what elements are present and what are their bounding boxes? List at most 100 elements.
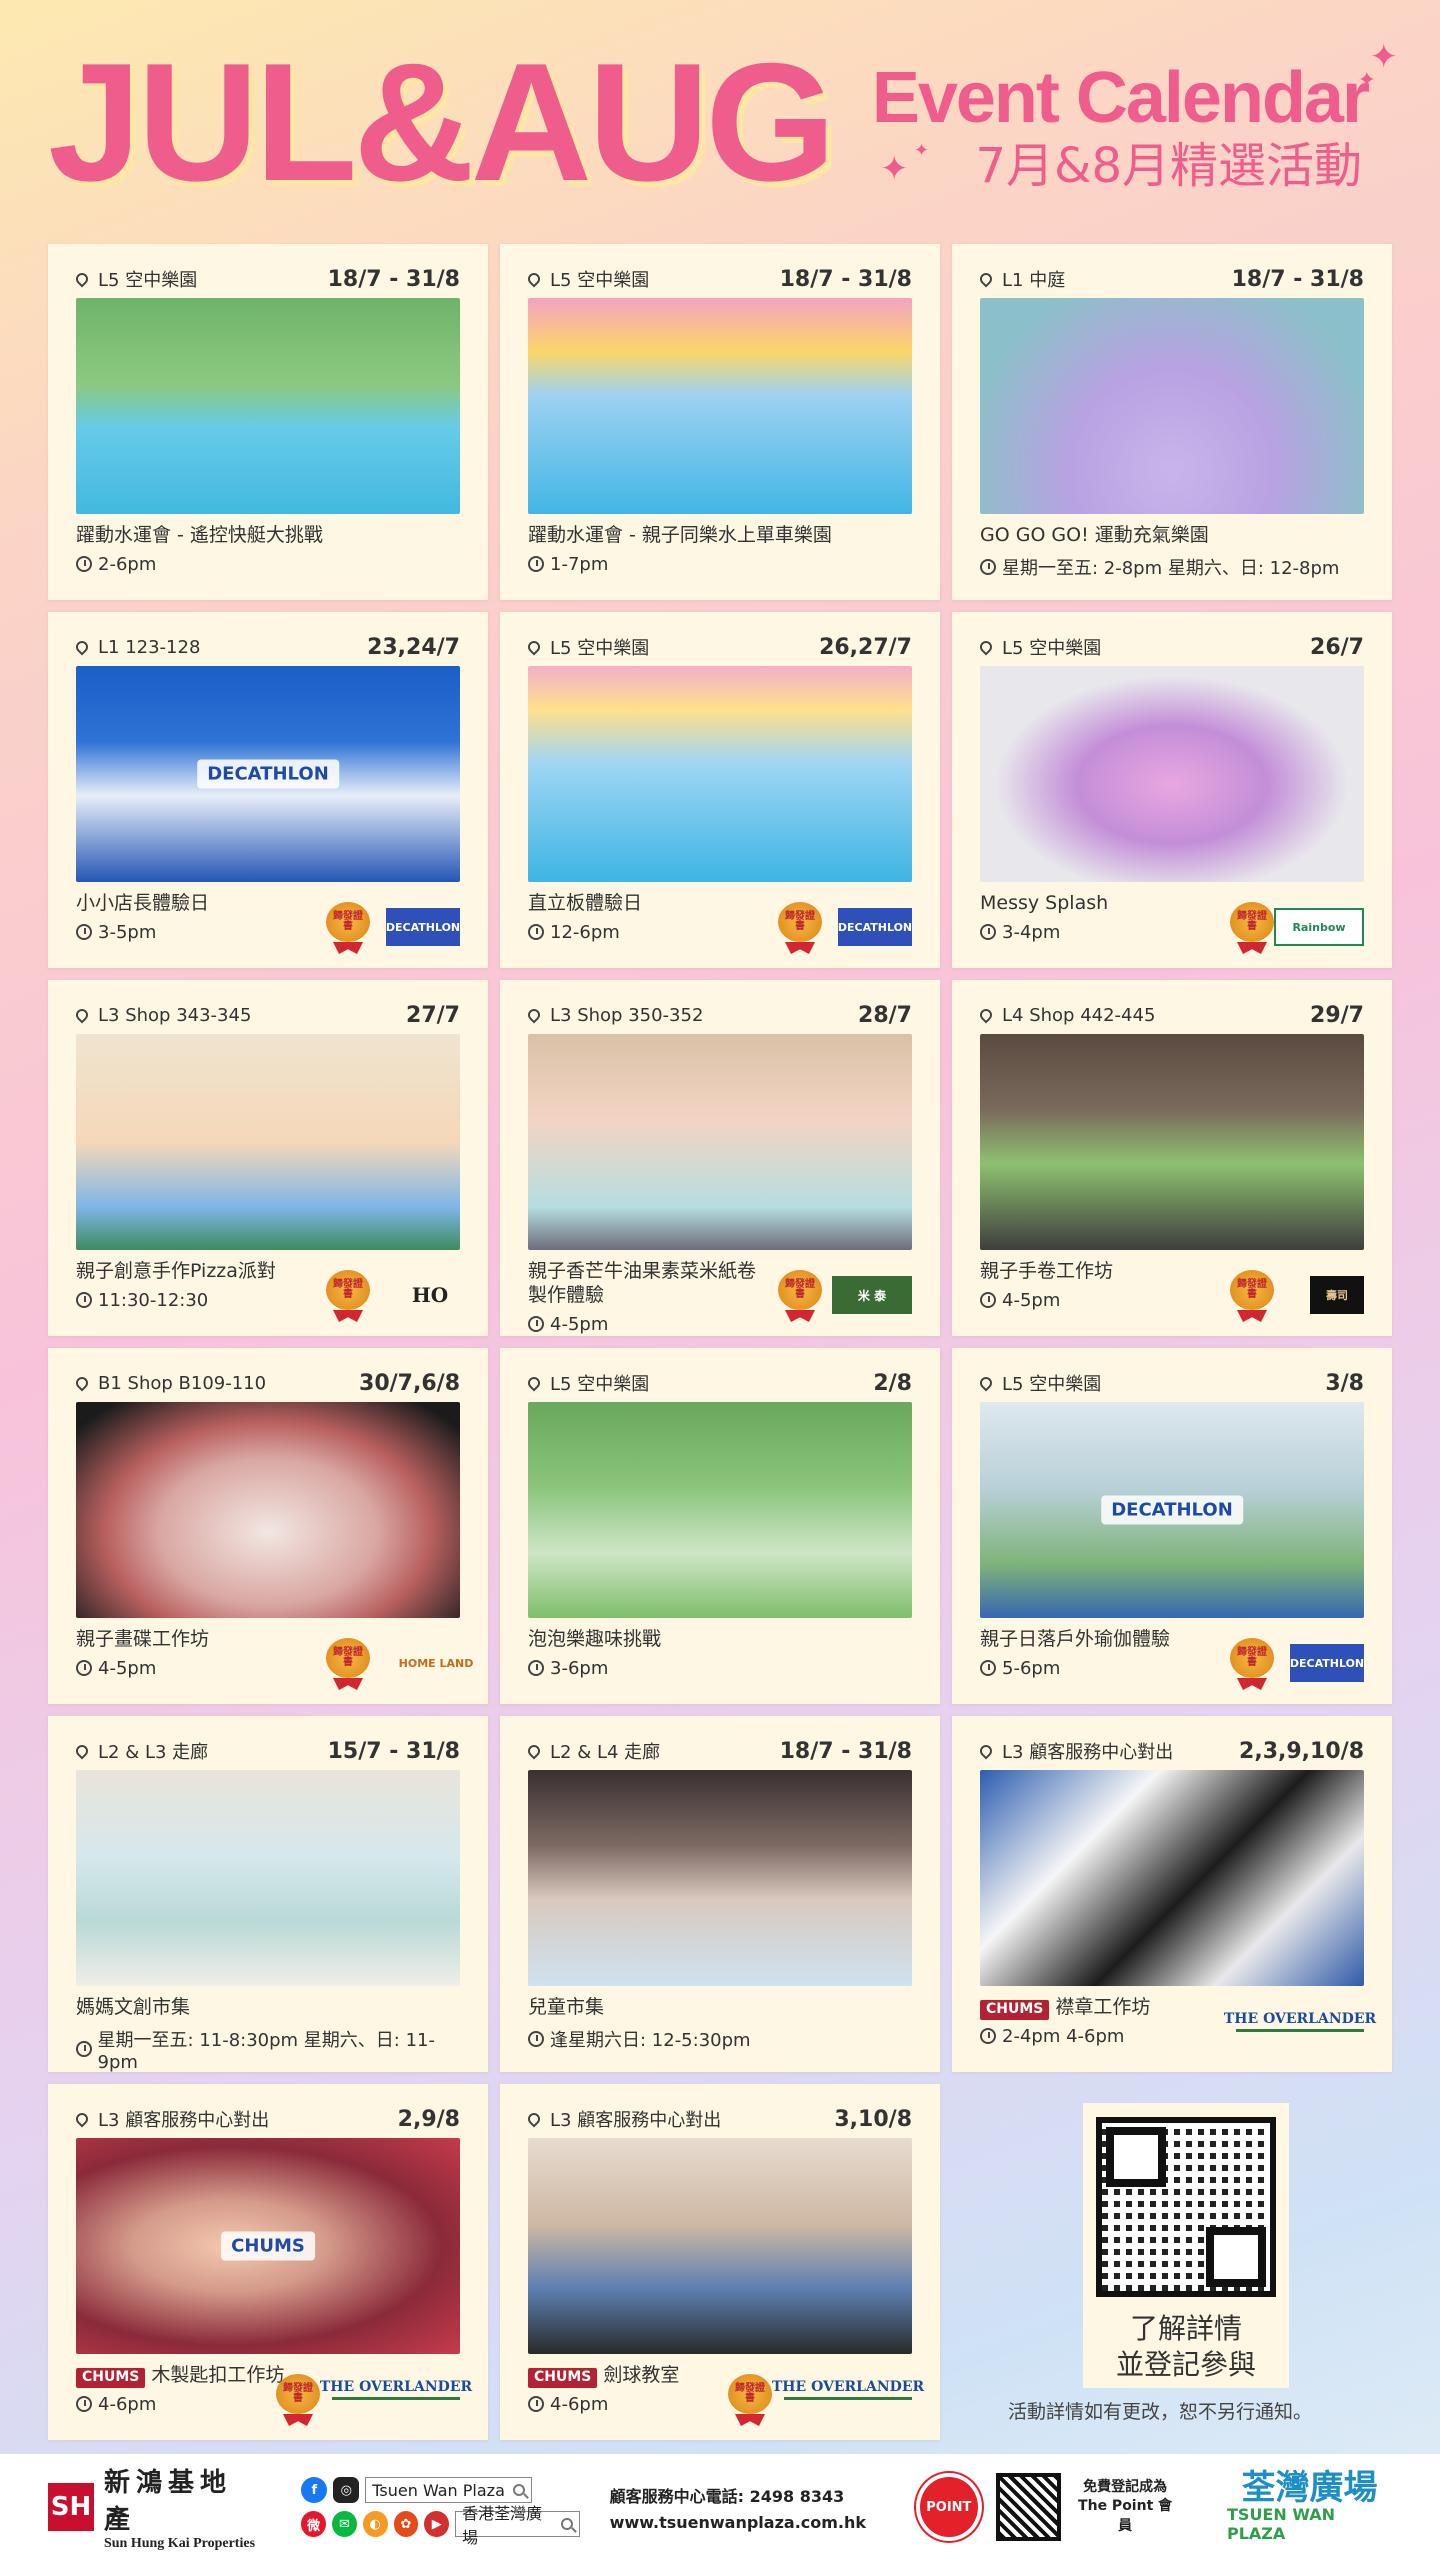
event-date: 3/8 xyxy=(1325,1370,1364,1396)
location-pin-icon xyxy=(525,638,543,656)
notice-text: 活動詳情如有更改，恕不另行通知。 xyxy=(1008,2401,1313,2423)
event-title: 泡泡樂趣味挑戰 xyxy=(528,1628,662,1650)
event-card[interactable]: L3 Shop 350-352 28/7 親子香芒牛油果素菜米紙卷製作體驗 4-5pm… xyxy=(500,980,940,1336)
event-card[interactable]: B1 Shop B109-110 30/7,6/8 親子畫碟工作坊 4-5pm 歸發證書… xyxy=(48,1348,488,1704)
search-icon xyxy=(561,2518,573,2530)
shkp-name-zh: 新鴻基地產 xyxy=(103,2468,232,2535)
location-pin-icon xyxy=(73,1006,91,1024)
the-point-logo[interactable]: POINT xyxy=(916,2473,982,2541)
brand-logo: THE OVERLANDER xyxy=(772,2376,924,2400)
website-link[interactable]: www.tsuenwanplaza.com.hk xyxy=(610,2513,866,2532)
qr-panel[interactable]: 了解詳情 並登記參與 xyxy=(1083,2103,1289,2388)
social-icon[interactable]: ◐ xyxy=(362,2511,388,2537)
event-card[interactable]: L5 空中樂園 2/8 泡泡樂趣味挑戰 3-6pm xyxy=(500,1348,940,1704)
instagram-icon[interactable]: ◎ xyxy=(333,2477,360,2503)
qr-text: 了解詳情 並登記參與 xyxy=(1116,2311,1256,2384)
event-photo: DECATHLON xyxy=(76,666,460,882)
certificate-badge-icon: 歸發證書 xyxy=(326,1270,370,1322)
shkp-logo-icon: SH xyxy=(48,2483,94,2531)
event-card[interactable]: L5 空中樂園 18/7 - 31/8 躍動水運會 - 親子同樂水上單車樂園 1-7p… xyxy=(500,244,940,600)
clock-icon xyxy=(528,2030,544,2047)
qr-code[interactable] xyxy=(1096,2117,1276,2297)
social-search-zh[interactable]: 香港荃灣廣場 xyxy=(455,2504,580,2547)
big-title: JUL&AUG xyxy=(48,28,836,216)
photo-sign-text: DECATHLON xyxy=(197,759,339,789)
event-card[interactable]: L1 中庭 18/7 - 31/8 GO GO GO! 運動充氣樂園 星期一至五: 2… xyxy=(952,244,1392,600)
event-location: L3 顧客服務中心對出 xyxy=(73,2106,269,2132)
social-icon[interactable]: ▶ xyxy=(424,2511,450,2537)
event-location: L5 空中樂園 xyxy=(525,1370,649,1396)
location-pin-icon xyxy=(525,1374,543,1392)
event-date: 2,3,9,10/8 xyxy=(1239,1738,1364,1764)
event-title: Messy Splash xyxy=(980,892,1109,914)
event-time: 2-6pm xyxy=(76,554,460,575)
event-title: 親子手卷工作坊 xyxy=(980,1260,1114,1282)
event-photo xyxy=(528,1402,912,1618)
certificate-badge-icon: 歸發證書 xyxy=(728,2374,772,2426)
event-title: 兒童市集 xyxy=(528,1996,605,2018)
event-title: 小小店長體驗日 xyxy=(76,892,210,914)
event-card[interactable]: L4 Shop 442-445 29/7 親子手卷工作坊 4-5pm 歸發證書 壽司 xyxy=(952,980,1392,1336)
event-photo: DECATHLON xyxy=(980,1402,1364,1618)
location-pin-icon xyxy=(977,1374,995,1392)
location-pin-icon xyxy=(525,270,543,288)
location-pin-icon xyxy=(977,270,995,288)
event-card[interactable]: L5 空中樂園 18/7 - 31/8 躍動水運會 - 遙控快艇大挑戰 2-6pm xyxy=(48,244,488,600)
event-card[interactable]: L3 顧客服務中心對出 2,9/8 CHUMS CHUMS 木製匙扣工作坊 4-6pm 歸發… xyxy=(48,2084,488,2440)
event-card[interactable]: L3 Shop 343-345 27/7 親子創意手作Pizza派對 11:30-12… xyxy=(48,980,488,1336)
location-pin-icon xyxy=(73,1374,91,1392)
event-location: L1 中庭 xyxy=(977,266,1065,292)
social-icon[interactable]: ✿ xyxy=(393,2511,419,2537)
event-calendar-title: Event Calendar xyxy=(871,58,1370,138)
certificate-badge-icon: 歸發證書 xyxy=(326,1638,370,1690)
clock-icon xyxy=(528,1316,544,1332)
event-location: L5 空中樂園 xyxy=(525,266,649,292)
event-location: L3 Shop 343-345 xyxy=(73,1005,251,1026)
clock-icon xyxy=(980,924,996,941)
event-photo xyxy=(980,1034,1364,1250)
event-photo xyxy=(76,1402,460,1618)
weibo-icon[interactable]: 微 xyxy=(301,2511,327,2537)
event-date: 18/7 - 31/8 xyxy=(327,266,460,292)
event-date: 2/8 xyxy=(873,1370,912,1396)
shkp-logo-group[interactable]: SH 新鴻基地產 Sun Hung Kai Properties xyxy=(48,2462,257,2552)
event-date: 26/7 xyxy=(1310,634,1364,660)
location-pin-icon xyxy=(73,270,91,288)
event-location: L4 Shop 442-445 xyxy=(977,1005,1155,1026)
search-icon xyxy=(512,2484,525,2496)
event-title: 親子香芒牛油果素菜米紙卷製作體驗 xyxy=(528,1260,757,1306)
sparkle-icon: ✦ xyxy=(1357,68,1376,93)
location-pin-icon xyxy=(73,2110,91,2128)
clock-icon xyxy=(980,2028,996,2045)
event-card[interactable]: L3 顧客服務中心對出 2,3,9,10/8 CHUMS 襟章工作坊 2-4pm 4-6… xyxy=(952,1716,1392,2072)
wechat-icon[interactable]: ✉ xyxy=(332,2511,357,2537)
clock-icon xyxy=(76,2396,92,2413)
clock-icon xyxy=(76,1292,92,1309)
event-photo: CHUMS xyxy=(76,2138,460,2354)
facebook-icon[interactable]: f xyxy=(301,2477,328,2503)
location-pin-icon xyxy=(977,1006,995,1024)
brand-logo: DECATHLON xyxy=(838,908,912,946)
event-time: 星期一至五: 2-8pm 星期六、日: 12-8pm xyxy=(980,554,1364,580)
event-title: 躍動水運會 - 遙控快艇大挑戰 xyxy=(76,524,323,546)
event-card[interactable]: L2 & L4 走廊 18/7 - 31/8 兒童市集 逢星期六日: 12-5:30p… xyxy=(500,1716,940,2072)
event-card[interactable]: L2 & L3 走廊 15/7 - 31/8 媽媽文創市集 星期一至五: 11-8:3… xyxy=(48,1716,488,2073)
tsuen-wan-plaza-logo[interactable]: 荃灣廣場 TSUEN WAN PLAZA xyxy=(1227,2471,1392,2543)
certificate-badge-icon: 歸發證書 xyxy=(1230,1270,1274,1322)
footer: SH 新鴻基地產 Sun Hung Kai Properties f ◎ Tsu… xyxy=(0,2454,1440,2560)
member-qr-code[interactable] xyxy=(995,2473,1062,2541)
event-card[interactable]: L5 空中樂園 3/8 DECATHLON 親子日落戶外瑜伽體驗 5-6pm 歸發證書 DE… xyxy=(952,1348,1392,1704)
event-photo xyxy=(980,666,1364,882)
event-card[interactable]: L5 空中樂園 26/7 Messy Splash 3-4pm 歸發證書 Rainbow xyxy=(952,612,1392,968)
certificate-badge-icon: 歸發證書 xyxy=(326,902,370,954)
event-photo xyxy=(980,1770,1364,1986)
event-card[interactable]: L1 123-128 23,24/7 DECATHLON 小小店長體驗日 3-5pm 歸發… xyxy=(48,612,488,968)
clock-icon xyxy=(980,558,996,575)
event-card[interactable]: L5 空中樂園 26,27/7 直立板體驗日 12-6pm 歸發證書 DECATHLON xyxy=(500,612,940,968)
event-title: 親子創意手作Pizza派對 xyxy=(76,1260,276,1282)
event-location: L5 空中樂園 xyxy=(525,634,649,660)
event-card[interactable]: L3 顧客服務中心對出 3,10/8 CHUMS 劍球教室 4-6pm 歸發證書 THE O… xyxy=(500,2084,940,2440)
location-pin-icon xyxy=(525,2110,543,2128)
event-photo xyxy=(528,298,912,514)
event-date: 28/7 xyxy=(858,1002,912,1028)
